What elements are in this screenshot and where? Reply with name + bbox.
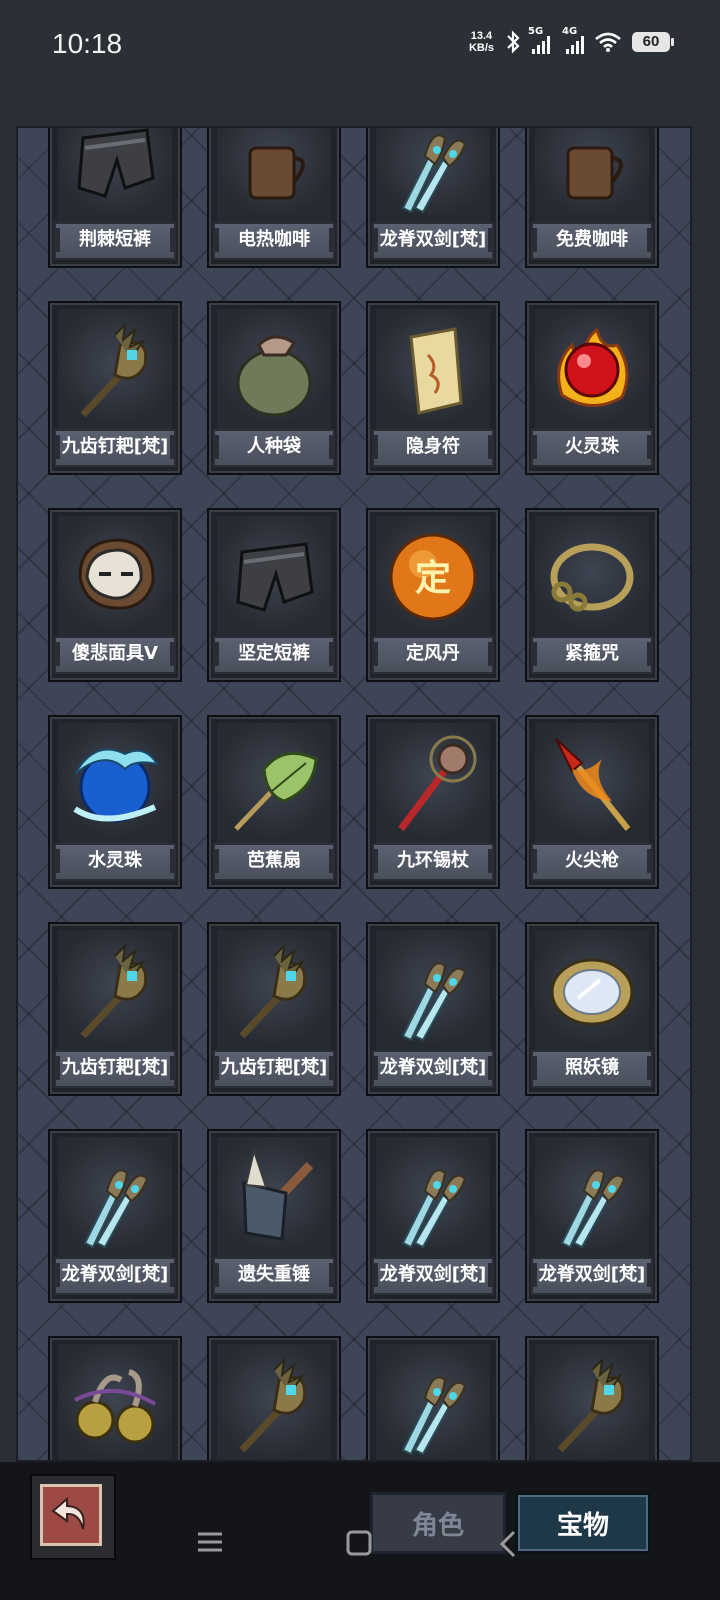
treasure-name: 免费咖啡: [531, 222, 653, 260]
treasure-card[interactable]: 水灵珠: [48, 715, 182, 889]
treasure-name: 芭蕉扇: [213, 843, 335, 881]
treasure-card[interactable]: 紧箍咒: [525, 508, 659, 682]
treasure-name: 人种袋: [213, 429, 335, 467]
menu-icon[interactable]: [196, 1530, 224, 1554]
tab-role[interactable]: 角色: [370, 1492, 506, 1554]
treasure-card[interactable]: 电热咖啡: [207, 128, 341, 268]
bluetooth-icon: [504, 30, 522, 54]
status-time: 10:18: [52, 28, 123, 59]
shorts-icon: [58, 128, 172, 224]
treasure-name: 九齿钉耙[梵]: [54, 1050, 176, 1088]
fan-icon: [217, 723, 331, 845]
treasure-card[interactable]: 龙脊双剑[梵]: [366, 1129, 500, 1303]
dual-sword-icon: [376, 930, 490, 1052]
wifi-icon: [594, 31, 622, 53]
circlet-icon: [535, 516, 649, 638]
treasure-name: 电热咖啡: [213, 222, 335, 260]
staff-icon: [376, 723, 490, 845]
treasure-name: 傻悲面具V: [54, 636, 176, 674]
spear-icon: [535, 723, 649, 845]
treasure-card[interactable]: 九齿钉耙[梵]: [48, 301, 182, 475]
fire-orb-icon: [535, 309, 649, 431]
treasure-name: 荆棘短裤: [54, 222, 176, 260]
talisman-icon: [376, 309, 490, 431]
treasure-card[interactable]: 遗失重锤: [207, 1129, 341, 1303]
return-icon: [40, 1484, 102, 1546]
treasure-card[interactable]: 照妖镜: [525, 922, 659, 1096]
treasure-name: 九齿钉耙[梵]: [213, 1050, 335, 1088]
home-icon[interactable]: [346, 1530, 372, 1556]
hammer-icon: [217, 1137, 331, 1259]
treasure-card[interactable]: 荆棘短裤: [48, 128, 182, 268]
pill-icon: 定: [376, 516, 490, 638]
net-speed: 13.4 KB/s: [468, 30, 494, 54]
treasure-name: 坚定短裤: [213, 636, 335, 674]
treasure-card[interactable]: 龙脊双剑[梵]: [525, 1129, 659, 1303]
rake-icon: [58, 930, 172, 1052]
shorts-icon: [217, 516, 331, 638]
rake-icon: [535, 1344, 649, 1460]
treasure-card[interactable]: 火尖枪: [525, 715, 659, 889]
treasure-card[interactable]: 隐身符: [366, 301, 500, 475]
rake-icon: [58, 309, 172, 431]
dual-sword-icon: [376, 1344, 490, 1460]
treasure-name: 定风丹: [372, 636, 494, 674]
rake-icon: [217, 930, 331, 1052]
treasure-card[interactable]: 龙脊双剑[梵]: [366, 128, 500, 268]
svg-text:定: 定: [415, 558, 451, 599]
treasure-card[interactable]: 坚定短裤: [207, 508, 341, 682]
treasure-card[interactable]: 芭蕉扇: [207, 715, 341, 889]
treasure-name: 龙脊双剑[梵]: [372, 222, 494, 260]
treasure-name: 火尖枪: [531, 843, 653, 881]
dual-sword-icon: [58, 1137, 172, 1259]
bag-icon: [217, 309, 331, 431]
treasure-card[interactable]: 九齿钉耙[梵]: [525, 1336, 659, 1460]
status-icons: 13.4 KB/s 5G 4G 60: [468, 26, 674, 54]
bells-icon: [58, 1344, 172, 1460]
mask-icon: [58, 516, 172, 638]
treasure-name: 照妖镜: [531, 1050, 653, 1088]
tab-treasure[interactable]: 宝物: [515, 1492, 651, 1554]
return-button[interactable]: [30, 1474, 116, 1560]
treasure-name: 龙脊双剑[梵]: [372, 1257, 494, 1295]
treasure-name: 龙脊双剑[梵]: [54, 1257, 176, 1295]
treasure-card[interactable]: 傻悲面具V: [48, 508, 182, 682]
treasure-name: 九齿钉耙[梵]: [54, 429, 176, 467]
back-icon[interactable]: [498, 1530, 518, 1558]
treasure-card[interactable]: 九齿钉耙[梵]: [48, 922, 182, 1096]
treasure-card[interactable]: 人种袋: [207, 301, 341, 475]
dual-sword-icon: [376, 128, 490, 224]
water-orb-icon: [58, 723, 172, 845]
treasure-card[interactable]: 九齿钉耙[梵]: [207, 922, 341, 1096]
treasure-card[interactable]: 免费咖啡: [525, 128, 659, 268]
treasure-name: 火灵珠: [531, 429, 653, 467]
rake-icon: [217, 1344, 331, 1460]
status-bar: 10:18 13.4 KB/s 5G 4G 60: [0, 0, 720, 96]
treasure-card[interactable]: 龙脊双剑[梵]: [366, 922, 500, 1096]
treasure-panel[interactable]: 荆棘短裤 电热咖啡 龙脊双剑[梵] 免费咖啡 九齿钉耙[梵] 人种袋 隐身符 火灵珠 傻悲面具V…: [16, 126, 692, 1462]
treasure-card[interactable]: 定定风丹: [366, 508, 500, 682]
treasure-card[interactable]: 紫金铃: [48, 1336, 182, 1460]
treasure-name: 遗失重锤: [213, 1257, 335, 1295]
mirror-icon: [535, 930, 649, 1052]
coffee-icon: [535, 128, 649, 224]
treasure-name: 九环锡杖: [372, 843, 494, 881]
treasure-grid: 荆棘短裤 电热咖啡 龙脊双剑[梵] 免费咖啡 九齿钉耙[梵] 人种袋 隐身符 火灵珠 傻悲面具V…: [48, 128, 659, 1460]
treasure-card[interactable]: 龙脊双剑[梵]: [48, 1129, 182, 1303]
coffee-icon: [217, 128, 331, 224]
signal-icon: 5G: [528, 26, 550, 54]
treasure-card[interactable]: 龙脊双剑[梵]: [366, 1336, 500, 1460]
treasure-name: 龙脊双剑[梵]: [372, 1050, 494, 1088]
treasure-card[interactable]: 火灵珠: [525, 301, 659, 475]
treasure-name: 隐身符: [372, 429, 494, 467]
treasure-card[interactable]: 九齿钉耙[梵]: [207, 1336, 341, 1460]
signal-icon: 4G: [562, 26, 584, 54]
treasure-name: 水灵珠: [54, 843, 176, 881]
treasure-card[interactable]: 九环锡杖: [366, 715, 500, 889]
dual-sword-icon: [535, 1137, 649, 1259]
dual-sword-icon: [376, 1137, 490, 1259]
treasure-name: 紧箍咒: [531, 636, 653, 674]
treasure-name: 龙脊双剑[梵]: [531, 1257, 653, 1295]
battery-icon: 60: [632, 32, 674, 52]
